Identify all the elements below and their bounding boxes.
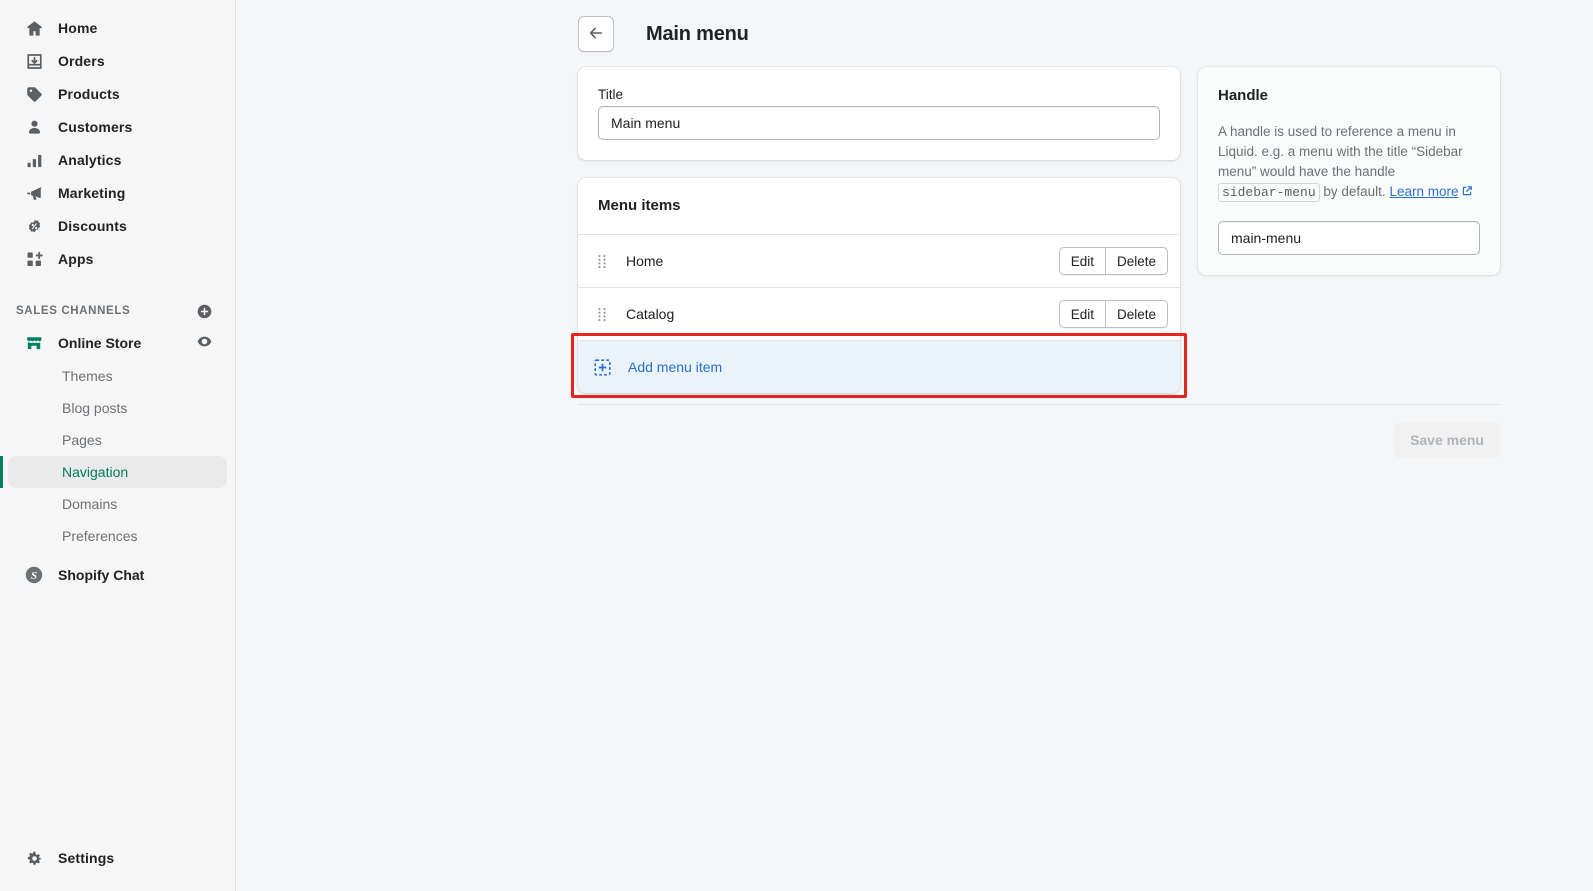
row-actions: Edit Delete: [1058, 247, 1168, 275]
discounts-badge-icon: [24, 216, 44, 236]
table-row[interactable]: Home Edit Delete: [578, 235, 1180, 287]
title-field-label: Title: [598, 87, 624, 102]
sidebar-item-marketing[interactable]: Marketing: [8, 177, 227, 209]
sidebar-item-online-store[interactable]: Online Store: [8, 326, 227, 360]
handle-input[interactable]: [1218, 221, 1480, 255]
sub-item-label: Preferences: [62, 528, 138, 544]
sidebar-item-preferences[interactable]: Preferences: [8, 520, 227, 552]
sidebar-item-pages[interactable]: Pages: [8, 424, 227, 456]
orders-icon: [24, 51, 44, 71]
sidebar-item-analytics[interactable]: Analytics: [8, 144, 227, 176]
app-root: Home Orders Products Customers Analytics…: [0, 0, 1593, 891]
products-tag-icon: [24, 84, 44, 104]
learn-more-label: Learn more: [1389, 184, 1459, 199]
sidebar-subnav: Themes Blog posts Pages Navigation Domai…: [0, 360, 235, 552]
sidebar-footer: Settings: [0, 842, 235, 891]
row-actions: Edit Delete: [1058, 300, 1168, 328]
arrow-left-icon: [587, 24, 605, 45]
drag-handle-icon[interactable]: [592, 251, 612, 271]
channel-label: Online Store: [58, 335, 142, 351]
external-link-icon: [1461, 183, 1473, 203]
add-menu-item-label: Add menu item: [628, 359, 723, 375]
menu-items-card-header: Menu items: [578, 178, 1180, 234]
sidebar-item-navigation[interactable]: Navigation: [0, 456, 227, 488]
shopify-chat-icon: S: [24, 565, 44, 585]
drag-handle-icon[interactable]: [592, 304, 612, 324]
storefront-icon: [24, 333, 44, 353]
edit-button[interactable]: Edit: [1058, 247, 1105, 275]
page-footer: Save menu: [578, 404, 1500, 458]
plus-circle-icon[interactable]: [196, 303, 213, 320]
sidebar-item-blog-posts[interactable]: Blog posts: [8, 392, 227, 424]
sidebar-item-shopify-chat[interactable]: S Shopify Chat: [8, 558, 227, 592]
sub-item-label: Navigation: [62, 464, 129, 480]
marketing-megaphone-icon: [24, 183, 44, 203]
chat-label: Shopify Chat: [58, 567, 145, 583]
main-content: Main menu Title Menu items: [236, 0, 1593, 891]
learn-more-link[interactable]: Learn more: [1389, 184, 1458, 199]
sidebar-item-themes[interactable]: Themes: [8, 360, 227, 392]
handle-card: Handle A handle is used to reference a m…: [1198, 67, 1500, 275]
sales-channels-section-header: SALES CHANNELS: [0, 296, 235, 326]
menu-items-card: Menu items Home Edit Delete Catalog Edit…: [571, 178, 1187, 398]
sidebar-item-label: Analytics: [58, 152, 122, 168]
handle-code-chip: sidebar-menu: [1218, 183, 1320, 202]
sub-item-label: Pages: [62, 432, 102, 448]
menu-item-name: Home: [626, 253, 664, 269]
handle-title: Handle: [1218, 87, 1269, 104]
add-menu-item-wrapper: Add menu item: [571, 333, 1187, 398]
sub-item-label: Themes: [62, 368, 113, 384]
back-button[interactable]: [578, 16, 614, 52]
handle-description-part1: A handle is used to reference a menu in …: [1218, 124, 1463, 179]
apps-grid-plus-icon: [24, 249, 44, 269]
sidebar: Home Orders Products Customers Analytics…: [0, 0, 236, 891]
add-menu-item-button[interactable]: Add menu item: [578, 341, 1180, 393]
delete-button[interactable]: Delete: [1104, 300, 1168, 328]
sidebar-item-settings[interactable]: Settings: [8, 842, 227, 874]
sidebar-item-label: Apps: [58, 251, 94, 267]
handle-description-part2: by default.: [1323, 184, 1386, 199]
primary-column: Title Menu items: [571, 67, 1187, 398]
sidebar-item-home[interactable]: Home: [8, 12, 227, 44]
title-input[interactable]: [598, 106, 1160, 140]
menu-item-name: Catalog: [626, 306, 675, 322]
analytics-bars-icon: [24, 150, 44, 170]
sidebar-item-label: Customers: [58, 119, 133, 135]
add-square-plus-icon: [592, 357, 612, 377]
eye-icon[interactable]: [196, 333, 213, 353]
sidebar-primary-nav: Home Orders Products Customers Analytics…: [0, 12, 235, 275]
menu-items-title: Menu items: [598, 197, 681, 214]
sidebar-item-apps[interactable]: Apps: [8, 243, 227, 275]
sales-channels-title: SALES CHANNELS: [16, 305, 131, 317]
sidebar-item-label: Orders: [58, 53, 105, 69]
sub-item-label: Blog posts: [62, 400, 128, 416]
table-row[interactable]: Catalog Edit Delete: [578, 288, 1180, 340]
sub-item-label: Domains: [62, 496, 118, 512]
sidebar-item-label: Products: [58, 86, 120, 102]
sidebar-item-label: Home: [58, 20, 98, 36]
edit-button[interactable]: Edit: [1058, 300, 1105, 328]
sidebar-item-domains[interactable]: Domains: [8, 488, 227, 520]
svg-text:S: S: [31, 570, 37, 582]
customers-person-icon: [24, 117, 44, 137]
sidebar-item-products[interactable]: Products: [8, 78, 227, 110]
delete-button[interactable]: Delete: [1104, 247, 1168, 275]
gear-icon: [24, 848, 44, 868]
sidebar-item-customers[interactable]: Customers: [8, 111, 227, 143]
content-columns: Title Menu items: [571, 67, 1593, 398]
save-menu-button[interactable]: Save menu: [1394, 422, 1500, 458]
handle-description: A handle is used to reference a menu in …: [1218, 122, 1480, 203]
title-card: Title: [578, 67, 1180, 160]
sidebar-item-orders[interactable]: Orders: [8, 45, 227, 77]
sidebar-item-label: Discounts: [58, 218, 127, 234]
page-title: Main menu: [646, 22, 749, 45]
page-header: Main menu: [578, 0, 1593, 52]
sidebar-item-discounts[interactable]: Discounts: [8, 210, 227, 242]
home-icon: [24, 18, 44, 38]
secondary-column: Handle A handle is used to reference a m…: [1198, 67, 1500, 275]
sidebar-item-label: Settings: [58, 850, 115, 866]
sidebar-item-label: Marketing: [58, 185, 126, 201]
